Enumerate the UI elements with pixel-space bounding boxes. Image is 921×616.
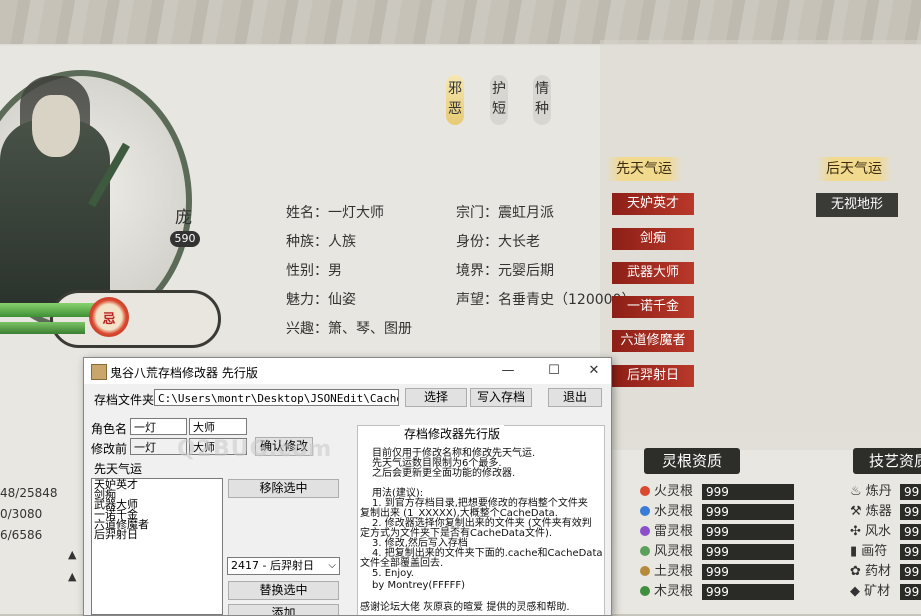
skill-row: ◆ 矿材 99 [850,582,921,602]
save-folder-label: 存档文件夹 [94,393,155,407]
write-save-button[interactable]: 写入存档 [470,388,532,407]
skill-row: ⚒ 炼器 99 [850,502,921,522]
spirit-root-row: 木灵根 999 [640,582,800,602]
role-first-input[interactable]: 一灯 [130,418,187,435]
info-gender: 性别：男 [286,263,342,279]
watermark: Q2BUG.com [177,437,333,462]
select-button[interactable]: 选择 [405,388,467,407]
innate-fate-title: 先天气运 [606,157,682,181]
fate-item[interactable]: 后羿射日 [612,365,694,387]
chevron-down-icon: ⌵ [328,560,336,571]
water-icon [640,506,650,516]
ore-icon: ◆ [850,584,860,599]
fate-item[interactable]: 武器大师 [612,262,694,284]
add-button[interactable]: 添加 [228,604,339,615]
fate-item[interactable]: 一诺千金 [612,296,694,318]
stat-2: 0/3080 [0,507,43,521]
fate-select-value: 2417 - 后羿射日 [231,559,314,572]
replace-selected-button[interactable]: 替换选中 [228,581,339,600]
lock-icon-1[interactable]: ▲ [68,548,76,561]
spirit-root-row: 风灵根 999 [640,542,800,562]
editor-window: 鬼谷八荒存档修改器 先行版 — ☐ ✕ 存档文件夹 C:\Users\montr… [83,357,612,616]
info-realm: 境界：元婴后期 [456,263,554,279]
lock-icon-2[interactable]: ▲ [68,570,76,583]
role-last-input[interactable]: 大师 [189,418,247,435]
help-line: by Montrey(FFFFF) [372,580,465,591]
seal-badge[interactable]: 忌 [89,297,129,337]
stat-3: 6/6586 [0,528,43,542]
thunder-icon [640,526,650,536]
alchemy-icon: ♨ [850,484,862,499]
window-titlebar[interactable]: 鬼谷八荒存档修改器 先行版 — ☐ ✕ [84,358,611,384]
exit-button[interactable]: 退出 [548,388,602,407]
save-path-input[interactable]: C:\Users\montr\Desktop\JSONEdit\CacheDat… [154,389,399,406]
forge-icon: ⚒ [850,504,862,519]
fate-select[interactable]: 2417 - 后羿射日 ⌵ [227,557,340,575]
fengshui-icon: ✣ [850,524,861,539]
info-name: 姓名：一灯大师 [286,205,384,221]
close-button[interactable]: ✕ [579,361,609,381]
spirit-root-row: 土灵根 999 [640,562,800,582]
help-line: 5. Enjoy. [372,568,414,579]
earth-icon [640,566,650,576]
wind-icon [640,546,650,556]
info-identity: 身份：大长老 [456,234,540,250]
help-line: 之后会更新更全面功能的修改器. [372,468,516,479]
tab-protective[interactable]: 护 短 [490,75,508,125]
help-group: 存档修改器先行版 目前仅用于修改名称和修改先天气运. 先天气运数目限制为6个最多… [357,425,605,615]
later-fate-title: 后天气运 [816,157,892,181]
portrait-face [32,95,80,157]
stat-1: 48/25848 [0,486,58,500]
app-icon [91,364,107,380]
skill-row: ✣ 风水 99 [850,522,921,542]
window-title: 鬼谷八荒存档修改器 先行版 [110,366,258,380]
tab-romantic[interactable]: 情 种 [533,75,551,125]
minimize-button[interactable]: — [493,361,523,381]
info-charm: 魅力：仙姿 [286,292,356,308]
spirit-root-row: 水灵根 999 [640,502,800,522]
info-race: 种族：人族 [286,234,356,250]
spirit-root-row: 雷灵根 999 [640,522,800,542]
skill-row: ✿ 药材 99 [850,562,921,582]
list-item[interactable]: 后羿射日 [94,529,220,540]
info-hobby: 兴趣：箫、琴、图册 [286,321,412,337]
herb-icon: ✿ [850,564,861,579]
maximize-button[interactable]: ☐ [539,361,569,381]
help-line: 感谢论坛大佬 灰原哀的暄爱 提供的灵感和帮助. [360,602,570,613]
fate-item[interactable]: 剑痴 [612,228,694,250]
fate-list-label: 先天气运 [94,462,143,476]
age-label: 庞 [175,208,192,228]
fate-item[interactable]: 天妒英才 [612,193,694,215]
before-label: 修改前 [91,442,128,456]
info-sect: 宗门：震虹月派 [456,205,554,221]
age-badge: 590 [170,231,200,247]
wood-icon [640,586,650,596]
mana-bar [0,322,85,334]
remove-selected-button[interactable]: 移除选中 [228,479,339,498]
skill-row: ▮ 画符 99 [850,542,921,562]
fate-item[interactable]: 六道修魔者 [612,330,694,352]
spirit-root-title: 灵根资质 [644,448,740,474]
info-reputation: 声望：名垂青史（120000） [456,292,636,308]
skill-title: 技艺资质 [853,448,921,474]
fire-icon [640,486,650,496]
help-group-title: 存档修改器先行版 [400,425,505,442]
tab-evil[interactable]: 邪 恶 [446,75,464,125]
health-bar [0,303,95,317]
top-decor-band [0,0,921,44]
spirit-root-row: 火灵根 999 [640,482,800,502]
fate-listbox[interactable]: 天妒英才 剑痴 武器大师 一诺千金 六道修魔者 后羿射日 [91,478,223,615]
role-name-label: 角色名 [91,422,128,436]
talisman-icon: ▮ [850,544,858,559]
cloud-decor [50,290,221,348]
later-fate-item[interactable]: 无视地形 [816,193,898,217]
skill-row: ♨ 炼丹 99 [850,482,921,502]
